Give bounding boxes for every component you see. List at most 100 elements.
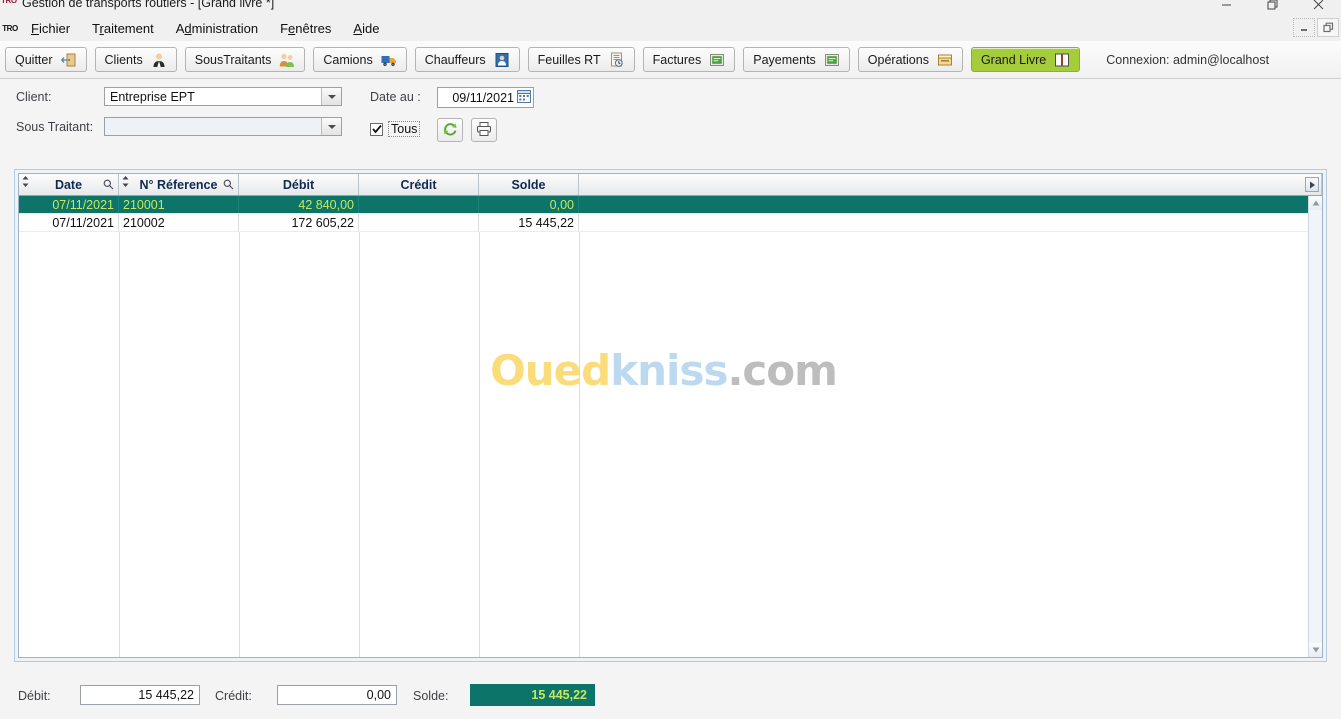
column-header-solde[interactable]: Solde: [479, 174, 579, 195]
column-header-reference-label: N° Réference: [139, 177, 218, 192]
minimize-icon[interactable]: [1203, 0, 1249, 14]
menu-bar: TRO Fichier Traitement Administration Fe…: [0, 15, 1341, 42]
chevron-down-icon[interactable]: [321, 118, 341, 135]
exit-door-icon: [60, 52, 77, 68]
mdi-minimize-icon[interactable]: [1293, 18, 1315, 37]
chevron-down-icon[interactable]: [321, 88, 341, 105]
green-invoice-icon: [824, 52, 840, 68]
cell-solde: 15 445,22: [479, 214, 579, 231]
restore-icon[interactable]: [1249, 0, 1295, 14]
window-controls: [1203, 0, 1341, 14]
table-row[interactable]: 07/11/2021 210001 42 840,00 0,00: [19, 196, 1308, 214]
column-header-reference[interactable]: N° Réference: [119, 174, 239, 195]
toolbar-button-clients[interactable]: Clients: [94, 47, 177, 72]
cell-credit: [359, 196, 479, 213]
toolbar-button-factures-label: Factures: [652, 52, 702, 67]
date-label: Date au :: [370, 90, 421, 104]
refresh-button[interactable]: [437, 118, 463, 142]
sort-arrows-icon[interactable]: [21, 175, 30, 192]
cell-date: 07/11/2021: [19, 214, 119, 231]
open-book-icon: [1054, 52, 1070, 68]
green-invoice-icon: [709, 52, 725, 68]
toolbar-button-chauffeurs-label: Chauffeurs: [424, 52, 486, 67]
column-header-solde-label: Solde: [511, 177, 546, 192]
toolbar-button-soustraitants[interactable]: SousTraitants: [184, 47, 306, 72]
search-icon[interactable]: [103, 179, 114, 193]
toolbar-button-camions[interactable]: Camions: [313, 47, 407, 72]
table-row[interactable]: 07/11/2021 210002 172 605,22 15 445,22: [19, 214, 1308, 232]
sort-arrows-icon[interactable]: [121, 175, 130, 192]
date-input-value: 09/11/2021: [452, 90, 514, 105]
calendar-icon[interactable]: [517, 89, 531, 106]
menu-item-administration[interactable]: Administration: [165, 17, 269, 40]
application-window: TRO Gestion de transports routiers - [Gr…: [0, 0, 1341, 719]
driver-badge-icon: [494, 52, 510, 68]
toolbar-button-payements-label: Payements: [753, 52, 816, 67]
column-header-date-label: Date: [54, 177, 83, 192]
vertical-scrollbar[interactable]: [1308, 196, 1322, 657]
column-header-credit[interactable]: Crédit: [359, 174, 479, 195]
scroll-up-icon[interactable]: [1309, 196, 1322, 210]
print-button[interactable]: [471, 118, 497, 142]
menu-item-fichier[interactable]: Fichier: [20, 17, 81, 40]
toolbar-button-grand-livre-label: Grand Livre: [980, 52, 1047, 67]
cell-solde: 0,00: [479, 196, 579, 213]
menu-item-traitement-label: aitement: [103, 20, 154, 36]
toolbar-button-payements[interactable]: Payements: [743, 47, 850, 72]
client-combobox[interactable]: Entreprise EPT: [104, 87, 342, 106]
total-debit-value: 15 445,22: [80, 685, 200, 705]
menu-logo: TRO: [2, 23, 18, 33]
cell-debit: 42 840,00: [239, 196, 359, 213]
column-header-credit-label: Crédit: [400, 177, 437, 192]
menu-item-aide-label: ide: [362, 20, 380, 36]
main-toolbar: Quitter Clients SousTraitants Camions Ch…: [0, 41, 1341, 79]
column-header-date[interactable]: Date: [19, 174, 119, 195]
mdi-restore-icon[interactable]: [1317, 18, 1339, 37]
cell-reference: 210001: [119, 196, 239, 213]
menu-item-administration-label: ministration: [191, 20, 259, 36]
toolbar-button-soustraitants-label: SousTraitants: [194, 52, 272, 67]
grid-header-filler: [579, 174, 1322, 195]
grid-header-row: Date N° Réference Débit Crédit Solde: [19, 174, 1322, 196]
cell-date: 07/11/2021: [19, 196, 119, 213]
truck-icon: [381, 52, 397, 68]
toolbar-button-quitter[interactable]: Quitter: [5, 47, 87, 72]
scroll-down-icon[interactable]: [1309, 643, 1322, 657]
menu-item-fenetres[interactable]: Fenêtres: [269, 17, 342, 40]
two-people-icon: [279, 52, 295, 68]
scroll-right-icon[interactable]: [1305, 177, 1319, 192]
date-input[interactable]: 09/11/2021: [437, 87, 534, 108]
mdi-window-controls: [1293, 18, 1339, 37]
total-credit-value: 0,00: [277, 685, 397, 705]
toolbar-button-factures[interactable]: Factures: [642, 47, 736, 72]
close-icon[interactable]: [1295, 0, 1341, 14]
tous-checkbox-row[interactable]: Tous: [370, 121, 421, 137]
search-icon[interactable]: [223, 179, 234, 193]
app-logo: TRO: [1, 0, 17, 5]
tous-checkbox[interactable]: [370, 122, 383, 136]
filter-bar: Client: Entreprise EPT Sous Traitant: Da…: [0, 79, 1341, 157]
toolbar-button-chauffeurs[interactable]: Chauffeurs: [414, 47, 520, 72]
totals-bar: Débit: 15 445,22 Crédit: 0,00 Solde: 15 …: [0, 680, 1341, 719]
column-header-debit[interactable]: Débit: [239, 174, 359, 195]
grid-body: 07/11/2021 210001 42 840,00 0,00 07/11/2…: [19, 196, 1308, 657]
menu-item-traitement[interactable]: Traitement: [81, 17, 165, 40]
cell-debit: 172 605,22: [239, 214, 359, 231]
menu-item-aide[interactable]: Aide: [342, 17, 390, 40]
total-solde-label: Solde:: [413, 689, 449, 703]
window-title: Gestion de transports routiers - [Grand …: [22, 0, 275, 10]
soustraitant-combobox[interactable]: [104, 117, 342, 136]
ledger-grid: Date N° Réference Débit Crédit Solde 07/…: [18, 173, 1323, 658]
ledger-grid-panel: Date N° Réference Débit Crédit Solde 07/…: [14, 169, 1327, 662]
toolbar-button-feuilles-rt[interactable]: Feuilles RT: [527, 47, 635, 72]
menu-item-fenetres-label: nêtres: [295, 20, 332, 36]
toolbar-button-feuilles-rt-label: Feuilles RT: [537, 52, 601, 67]
printer-icon: [476, 121, 492, 140]
total-solde-value: 15 445,22: [470, 684, 595, 706]
column-header-debit-label: Débit: [282, 177, 315, 192]
toolbar-button-operations[interactable]: Opérations: [857, 47, 963, 72]
toolbar-button-quitter-label: Quitter: [15, 52, 53, 67]
folder-icon: [937, 52, 953, 68]
toolbar-button-grand-livre[interactable]: Grand Livre: [970, 47, 1081, 72]
total-credit-label: Crédit:: [215, 689, 252, 703]
